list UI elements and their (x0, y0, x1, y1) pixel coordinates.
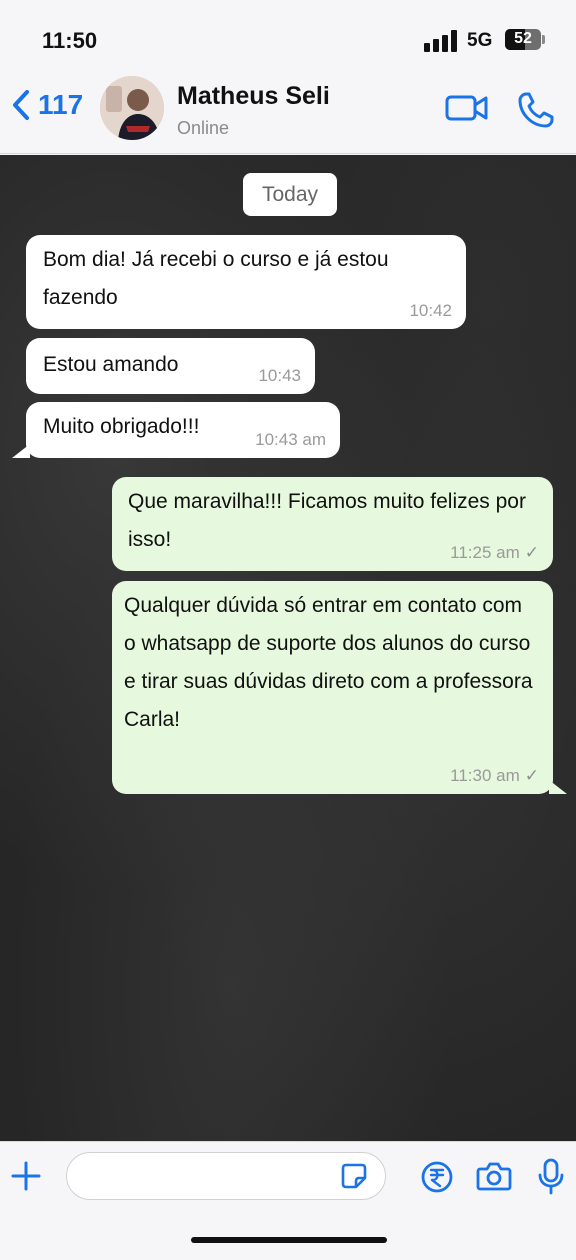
sent-check-icon: ✓ (524, 543, 539, 562)
bubble-tail (12, 444, 30, 458)
status-bar: 11:50 5G 52 (0, 0, 576, 64)
chevron-left-icon (13, 90, 29, 120)
message-time: 11:25 am ✓ (450, 543, 539, 563)
message-text: Qualquer dúvida só entrar em contato com… (124, 594, 533, 731)
message-time-label: 11:25 am (450, 543, 520, 562)
bubble-tail (549, 780, 567, 794)
payment-button[interactable] (420, 1160, 454, 1199)
message-incoming[interactable]: Bom dia! Já recebi o curso e já estou fa… (26, 235, 466, 329)
battery-tip (542, 35, 545, 44)
sent-check-icon: ✓ (524, 766, 539, 785)
network-type: 5G (467, 30, 493, 51)
chat-header: 117 Matheus Seli Online (0, 64, 576, 154)
message-time: 10:43 (258, 366, 301, 385)
message-outgoing[interactable]: Qualquer dúvida só entrar em contato com… (112, 581, 553, 794)
rupee-payment-icon (421, 1161, 453, 1193)
voice-call-button[interactable] (517, 91, 555, 134)
video-call-button[interactable] (445, 92, 489, 129)
signal-bars-icon (424, 30, 460, 52)
message-input-wrapper[interactable] (66, 1152, 386, 1200)
contact-status: Online (177, 118, 230, 138)
status-time: 11:50 (42, 28, 98, 53)
date-separator: Today (243, 173, 337, 216)
avatar[interactable] (100, 76, 164, 140)
microphone-icon (538, 1158, 564, 1195)
attach-button[interactable] (10, 1160, 42, 1197)
plus-icon (11, 1161, 41, 1191)
video-camera-icon (445, 95, 488, 121)
contact-name[interactable]: Matheus Seli (177, 82, 330, 111)
message-time: 10:42 (409, 301, 452, 320)
back-button[interactable]: 117 (8, 88, 83, 122)
message-text: Bom dia! Já recebi o curso e já estou fa… (43, 248, 389, 309)
home-indicator (191, 1237, 387, 1243)
microphone-button[interactable] (537, 1158, 565, 1201)
battery-level: 52 (514, 30, 532, 47)
message-incoming[interactable]: Estou amando 10:43 (26, 338, 315, 394)
message-time: 10:43 am (255, 430, 326, 449)
unread-count: 117 (38, 89, 84, 120)
camera-button[interactable] (476, 1160, 512, 1197)
message-input[interactable] (83, 1163, 333, 1191)
chat-messages[interactable]: Today Bom dia! Já recebi o curso e já es… (0, 155, 576, 1141)
message-incoming[interactable]: Muito obrigado!!! 10:43 am (26, 402, 340, 458)
sticker-icon (341, 1163, 367, 1189)
battery-icon: 52 (505, 29, 541, 50)
message-time-label: 11:30 am (450, 766, 520, 785)
message-outgoing[interactable]: Que maravilha!!! Ficamos muito felizes p… (112, 477, 553, 571)
phone-icon (518, 92, 554, 128)
camera-icon (476, 1162, 512, 1191)
sticker-button[interactable] (340, 1162, 368, 1195)
message-time: 11:30 am ✓ (450, 766, 539, 786)
